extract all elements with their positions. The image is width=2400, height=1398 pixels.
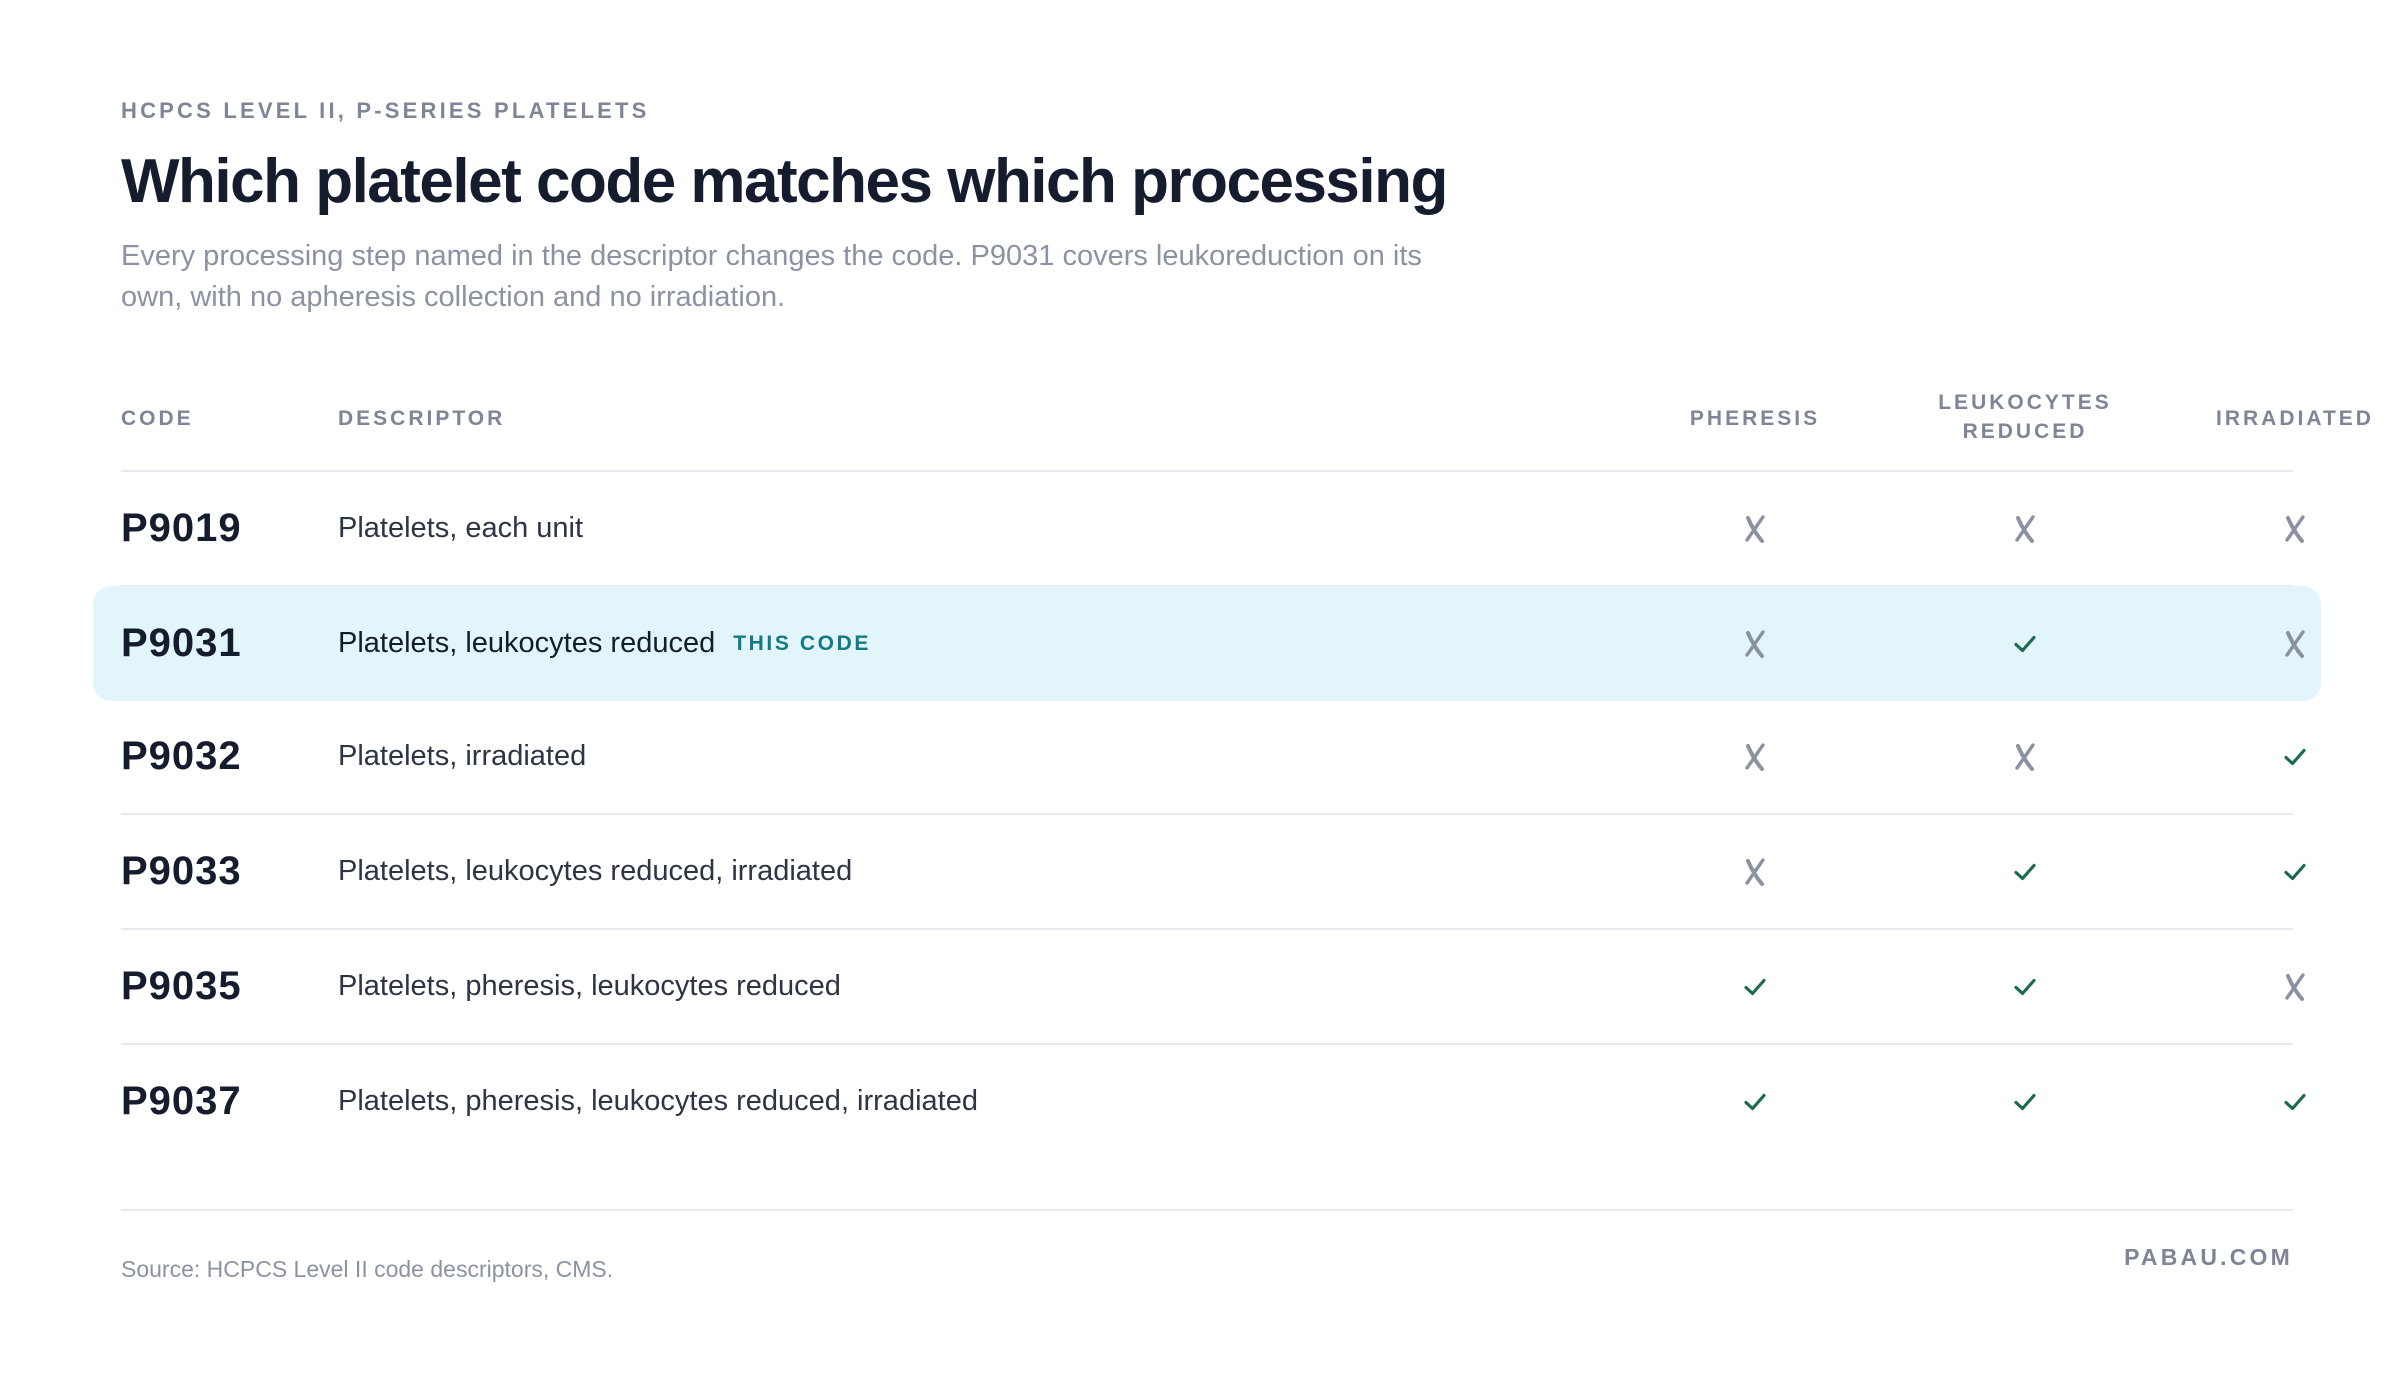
code-cell: P9035: [121, 964, 242, 1008]
table-row: P9035 Platelets, pheresis, leukocytes red…: [121, 930, 2305, 1045]
code-cell: P9032: [121, 734, 242, 778]
code-cell: P9033: [121, 849, 242, 893]
check-icon: [1635, 930, 1875, 1043]
descriptor-text: Platelets, pheresis, leukocytes reduced,…: [338, 1085, 978, 1117]
check-icon: [1905, 815, 2145, 928]
column-header-irradiated: IRRADIATED: [2216, 407, 2374, 430]
page: HCPCS LEVEL II, P-SERIES PLATELETS Which…: [93, 0, 2371, 1398]
check-mark-graphic: [2014, 1093, 2036, 1110]
check-mark-graphic: [2014, 978, 2036, 995]
cross-mark-graphic: [2015, 514, 2035, 543]
eyebrow-label: HCPCS LEVEL II, P-SERIES PLATELETS: [121, 98, 650, 123]
footer-divider: [121, 1209, 2293, 1211]
descriptor-text: Platelets, leukocytes reduced: [338, 627, 716, 659]
code-table: CODE DESCRIPTOR PHERESIS LEUKOCYTES REDU…: [93, 380, 2371, 1158]
check-icon: [1905, 1045, 2145, 1158]
descriptor-cell: Platelets, irradiated: [338, 700, 586, 813]
check-mark-graphic: [2284, 1093, 2306, 1110]
cross-mark-graphic: [1745, 629, 1765, 658]
column-header-leukocytes-reduced: LEUKOCYTES REDUCED: [1905, 388, 2145, 446]
descriptor-text: Platelets, leukocytes reduced, irradiate…: [338, 855, 853, 887]
descriptor-cell: Platelets, pheresis, leukocytes reduced: [338, 930, 841, 1043]
check-icon: [2175, 700, 2400, 813]
column-header-code: CODE: [121, 407, 194, 430]
this-code-badge: THIS CODE: [733, 631, 871, 655]
page-title: Which platelet code matches which proces…: [121, 147, 1448, 216]
cross-mark-graphic: [2285, 629, 2305, 658]
cross-mark-graphic: [2285, 514, 2305, 543]
column-header-leukocytes-line1: LEUKOCYTES: [1938, 391, 2112, 414]
code-cell: P9019: [121, 506, 242, 550]
check-mark-graphic: [1744, 978, 1766, 995]
code-cell: P9031: [121, 621, 242, 665]
check-mark-graphic: [2284, 748, 2306, 765]
cross-icon: [1635, 815, 1875, 928]
descriptor-cell: Platelets, each unit: [338, 472, 583, 585]
cross-icon: [2175, 930, 2400, 1043]
cross-icon: [1905, 472, 2145, 585]
cross-mark-graphic: [1745, 514, 1765, 543]
descriptor-text: Platelets, each unit: [338, 512, 584, 544]
cross-icon: [1905, 700, 2145, 813]
code-cell: P9037: [121, 1079, 242, 1123]
descriptor-cell: Platelets, leukocytes reduced, irradiate…: [338, 815, 852, 928]
cross-icon: [1635, 587, 1875, 700]
page-subtitle: Every processing step named in the descr…: [121, 240, 1422, 313]
descriptor-text: Platelets, irradiated: [338, 740, 587, 772]
cross-icon: [2175, 472, 2400, 585]
column-header-pheresis: PHERESIS: [1689, 407, 1821, 430]
table-header: CODE DESCRIPTOR PHERESIS LEUKOCYTES REDU…: [121, 380, 2371, 472]
cross-icon: [1635, 472, 1875, 585]
cross-mark-graphic: [1745, 857, 1765, 886]
check-icon: [1635, 1045, 1875, 1158]
table-row: P9031 Platelets, leukocytes reduced THIS C…: [93, 586, 2321, 701]
cross-icon: [2175, 587, 2400, 700]
cross-mark-graphic: [2015, 742, 2035, 771]
table-row: P9033 Platelets, leukocytes reduced, irra…: [121, 815, 2306, 930]
column-header-leukocytes-line2: REDUCED: [1962, 420, 2088, 443]
descriptor-text: Platelets, pheresis, leukocytes reduced: [338, 970, 841, 1002]
descriptor-cell: Platelets, leukocytes reduced THIS CODE: [338, 587, 871, 700]
table-body: P9019 Platelets, each unit P9031 Platelets,…: [93, 472, 2321, 1158]
check-mark-graphic: [2014, 635, 2036, 652]
table-row: P9019 Platelets, each unit: [121, 472, 2305, 587]
check-mark-graphic: [2014, 863, 2036, 880]
check-mark-graphic: [1744, 1093, 1766, 1110]
check-icon: [1905, 930, 2145, 1043]
cross-mark-graphic: [2285, 972, 2305, 1001]
check-mark-graphic: [2284, 863, 2306, 880]
table-row: P9037 Platelets, pheresis, leukocytes red…: [121, 1045, 2306, 1158]
cross-icon: [1635, 700, 1875, 813]
column-header-descriptor: DESCRIPTOR: [338, 407, 506, 430]
source-note: Source: HCPCS Level II code descriptors,…: [121, 1256, 614, 1282]
cross-mark-graphic: [1745, 742, 1765, 771]
check-icon: [1905, 587, 2145, 700]
table-row: P9032 Platelets, irradiated: [121, 700, 2306, 815]
check-icon: [2175, 1045, 2400, 1158]
descriptor-cell: Platelets, pheresis, leukocytes reduced,…: [338, 1045, 978, 1158]
brand-wordmark: PABAU.COM: [2124, 1244, 2293, 1270]
check-icon: [2175, 815, 2400, 928]
